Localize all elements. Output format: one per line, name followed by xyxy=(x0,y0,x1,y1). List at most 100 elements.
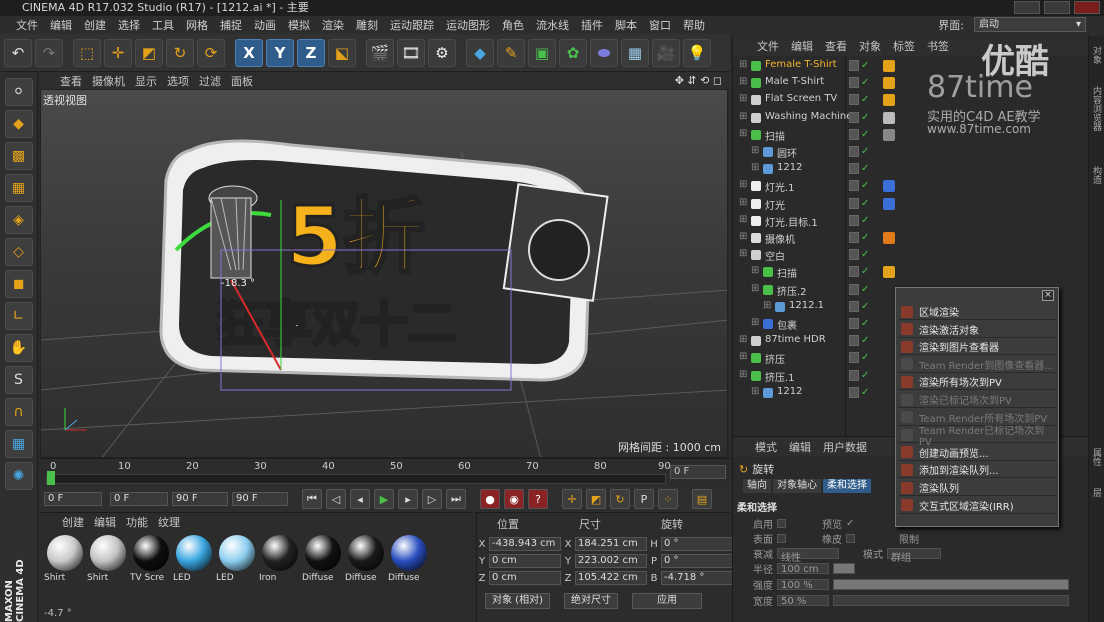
object-name[interactable]: Male T-Shirt xyxy=(765,76,824,87)
menu-mesh[interactable]: 网格 xyxy=(180,17,214,33)
obj-menu-objects[interactable]: 对象 xyxy=(859,38,881,54)
x-axis-icon[interactable]: X xyxy=(235,38,263,67)
expand-icon[interactable]: ⊞ xyxy=(739,351,747,362)
visibility-toggle[interactable]: ✓ xyxy=(849,60,871,73)
object-tag-icon[interactable] xyxy=(883,94,895,107)
expand-icon[interactable]: ⊞ xyxy=(739,93,747,104)
visibility-toggle[interactable]: ✓ xyxy=(849,352,871,365)
width-field[interactable]: 50 % xyxy=(777,595,829,607)
viewport-nav-icons[interactable]: ✥ ⇵ ⟲ ◻ xyxy=(675,74,722,87)
prev-frame-icon[interactable]: ◂ xyxy=(350,489,370,509)
minimize-button[interactable] xyxy=(1014,1,1040,14)
workplane-icon[interactable]: ▦ xyxy=(4,174,33,202)
context-menu-item[interactable]: 添加到渲染队列... xyxy=(898,462,1056,479)
key-position-icon[interactable]: ✛ xyxy=(562,489,582,509)
camera-icon[interactable]: 🎥 xyxy=(652,38,680,67)
material-item[interactable]: LED xyxy=(216,535,258,583)
position-z-field[interactable]: 0 cm xyxy=(489,571,561,585)
expand-icon[interactable]: ⊞ xyxy=(739,59,747,70)
z-axis-icon[interactable]: Z xyxy=(297,38,325,67)
expand-icon[interactable]: ⊞ xyxy=(739,128,747,139)
expand-icon[interactable]: ⊞ xyxy=(751,145,759,156)
close-icon[interactable]: × xyxy=(1042,290,1054,301)
maximize-button[interactable] xyxy=(1044,1,1070,14)
redo-icon[interactable]: ↷ xyxy=(35,38,63,67)
context-menu-item[interactable]: 渲染到图片查看器 xyxy=(898,339,1056,356)
undo-icon[interactable]: ↶ xyxy=(4,38,32,67)
tab-content-browser-vertical[interactable]: 内容浏览器 xyxy=(1091,86,1103,131)
coord-mode-select[interactable]: 对象 (相对) xyxy=(485,593,550,609)
vp-menu-view[interactable]: 查看 xyxy=(60,73,82,89)
render-picture-viewer-icon[interactable]: 🎞 xyxy=(397,38,425,67)
context-menu-item[interactable]: 渲染激活对象 xyxy=(898,322,1056,338)
object-name[interactable]: 1212 xyxy=(777,386,802,397)
recent-tool-icon[interactable]: ⟳ xyxy=(197,38,225,67)
object-name[interactable]: 挤压.2 xyxy=(777,283,807,298)
object-name[interactable]: 摄像机 xyxy=(765,231,795,246)
menu-render[interactable]: 渲染 xyxy=(316,17,350,33)
rotation-p-field[interactable]: 0 ° xyxy=(661,554,733,568)
object-row[interactable]: ⊞ 扫描 ✓ xyxy=(733,264,1089,281)
size-z-field[interactable]: 105.422 cm xyxy=(575,571,647,585)
material-item[interactable]: LED xyxy=(173,535,215,583)
vp-menu-filter[interactable]: 过滤 xyxy=(199,73,221,89)
object-name[interactable]: 挤压.1 xyxy=(765,369,795,384)
timeline-window-icon[interactable]: ▤ xyxy=(692,489,712,509)
object-name[interactable]: Flat Screen TV xyxy=(765,93,837,104)
expand-icon[interactable]: ⊞ xyxy=(751,317,759,328)
mat-menu-edit[interactable]: 编辑 xyxy=(94,514,116,530)
snap-icon[interactable]: S xyxy=(4,366,33,394)
mat-menu-create[interactable]: 创建 xyxy=(62,514,84,530)
make-editable-icon[interactable]: ⚪ xyxy=(4,78,33,106)
object-name[interactable]: 空白 xyxy=(765,248,785,263)
start-frame-field[interactable]: 0 F xyxy=(44,492,102,506)
mode-select[interactable]: 群组 xyxy=(887,548,941,564)
visibility-toggle[interactable]: ✓ xyxy=(849,180,871,193)
visibility-toggle[interactable]: ✓ xyxy=(849,197,871,211)
prev-key-icon[interactable]: ◁ xyxy=(326,489,346,509)
close-button[interactable] xyxy=(1074,1,1100,14)
attr-menu-userdata[interactable]: 用户数据 xyxy=(823,439,867,455)
enable-checkbox[interactable] xyxy=(777,519,786,528)
visibility-toggle[interactable]: ✓ xyxy=(849,283,871,297)
menu-pipeline[interactable]: 流水线 xyxy=(530,17,575,33)
current-frame-field[interactable]: 0 F xyxy=(670,465,726,479)
next-key-icon[interactable]: ▷ xyxy=(422,489,442,509)
object-row[interactable]: ⊞ 灯光.目标.1 ✓ xyxy=(733,213,1089,230)
expand-icon[interactable]: ⊞ xyxy=(751,265,759,276)
vp-menu-options[interactable]: 选项 xyxy=(167,73,189,89)
scale-icon[interactable]: ◩ xyxy=(135,38,163,67)
rotate-icon[interactable]: ↻ xyxy=(166,38,194,67)
menu-sculpt[interactable]: 雕刻 xyxy=(350,17,384,33)
material-item[interactable]: Diffuse xyxy=(302,535,344,583)
timeline[interactable]: 0 10 20 30 40 50 60 70 80 90 0 F xyxy=(40,458,730,486)
menu-motion-tracking[interactable]: 运动跟踪 xyxy=(384,17,440,33)
object-row[interactable]: ⊞ 摄像机 ✓ xyxy=(733,230,1089,247)
expand-icon[interactable]: ⊞ xyxy=(739,334,747,345)
expand-icon[interactable]: ⊞ xyxy=(751,283,759,294)
obj-menu-file[interactable]: 文件 xyxy=(757,38,779,54)
menu-create[interactable]: 创建 xyxy=(78,17,112,33)
object-row[interactable]: ⊞ 空白 ✓ xyxy=(733,247,1089,264)
width-slider[interactable] xyxy=(833,595,1069,606)
visibility-toggle[interactable]: ✓ xyxy=(849,163,871,176)
visibility-toggle[interactable]: ✓ xyxy=(849,300,871,314)
live-select-icon[interactable]: ⬚ xyxy=(73,38,101,67)
magnet-icon[interactable]: ∩ xyxy=(4,398,33,426)
radius-field[interactable]: 100 cm xyxy=(777,563,829,575)
floor-grid-icon[interactable]: ▦ xyxy=(4,430,33,458)
surface-checkbox[interactable] xyxy=(777,534,786,543)
object-row[interactable]: ⊞ 1212 ✓ xyxy=(733,161,1089,178)
object-tag-icon[interactable] xyxy=(883,77,895,90)
mat-menu-function[interactable]: 功能 xyxy=(126,514,148,530)
render-settings-icon[interactable]: ⚙ xyxy=(428,38,456,67)
expand-icon[interactable]: ⊞ xyxy=(739,179,747,190)
object-name[interactable]: 圆环 xyxy=(777,145,797,160)
vp-menu-display[interactable]: 显示 xyxy=(135,73,157,89)
object-tag-icon[interactable] xyxy=(883,232,895,244)
context-menu-item[interactable]: 渲染所有场次到PV xyxy=(898,374,1056,391)
object-name[interactable]: Female T-Shirt xyxy=(765,59,837,70)
object-name[interactable]: 1212 xyxy=(777,162,802,173)
visibility-toggle[interactable]: ✓ xyxy=(849,111,871,125)
axis-mode-icon[interactable]: ∟ xyxy=(4,302,33,330)
